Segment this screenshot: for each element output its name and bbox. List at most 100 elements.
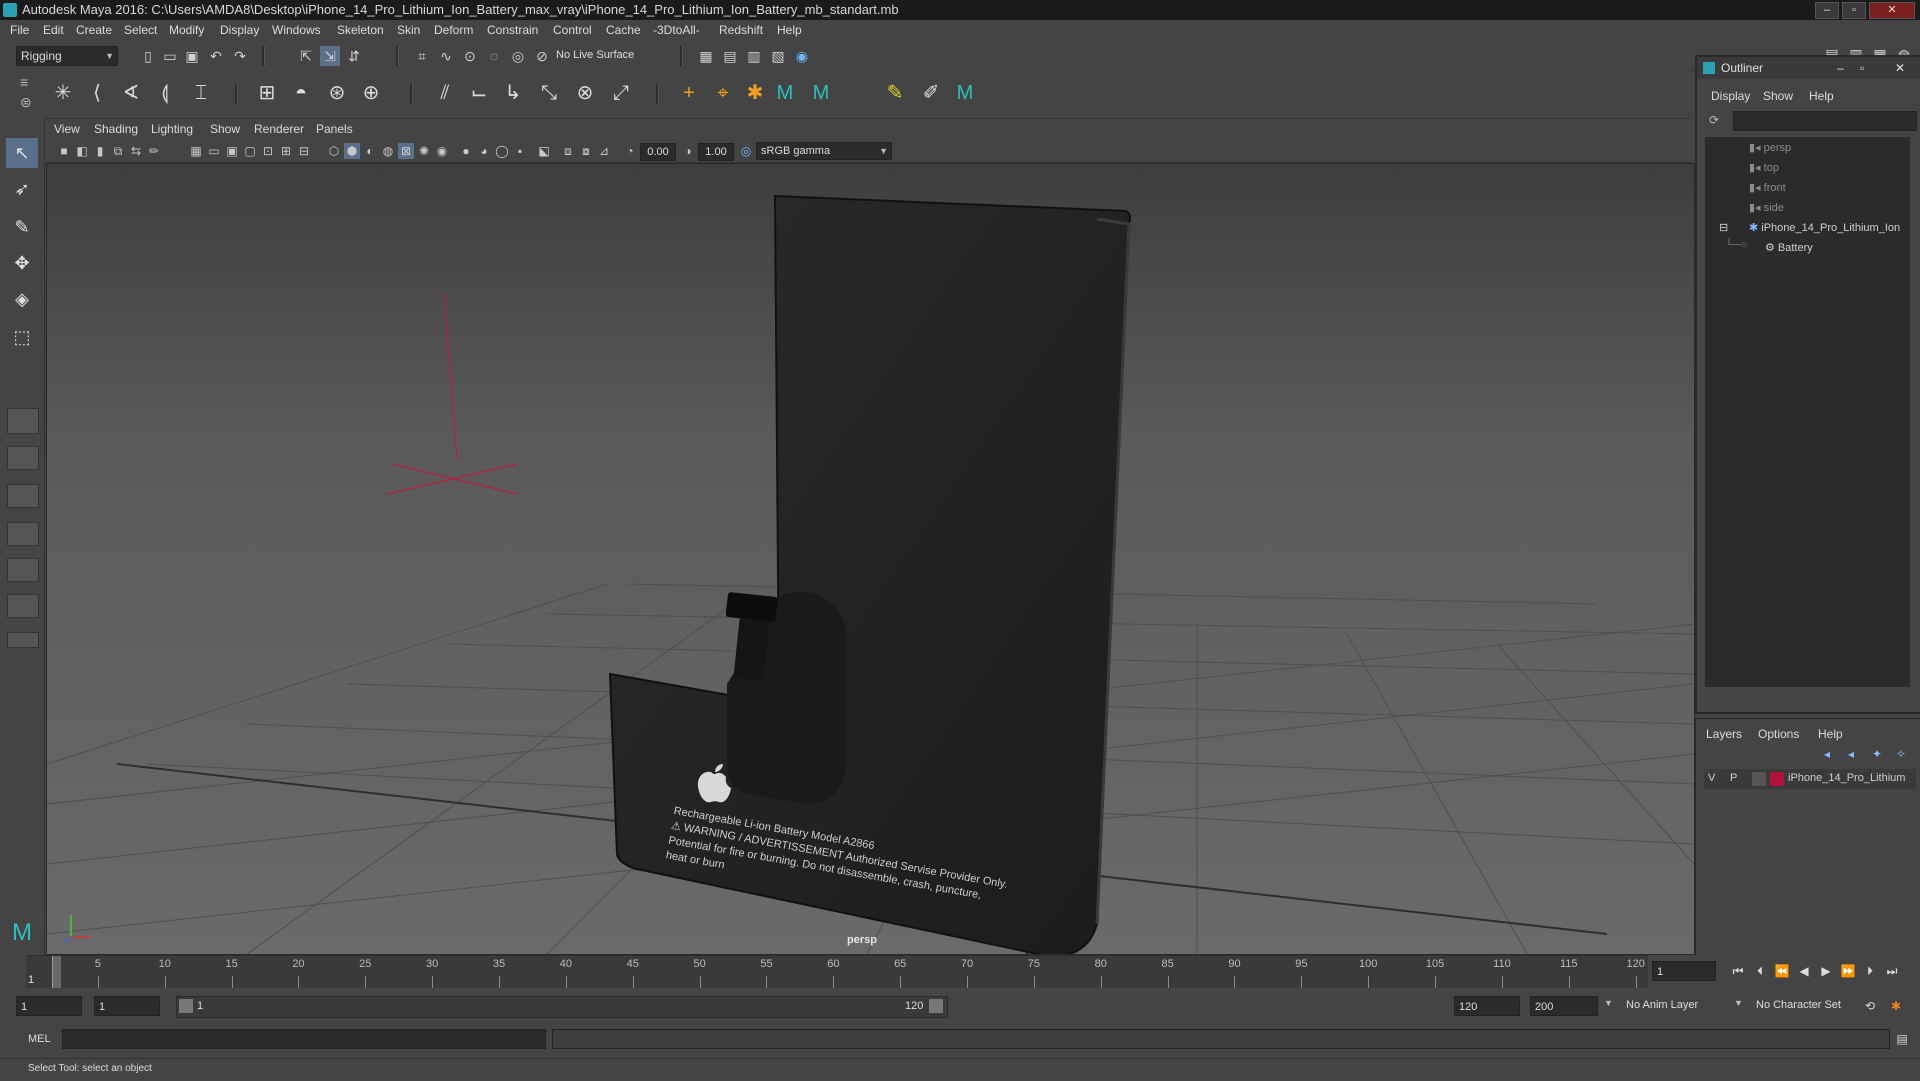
vp-menu-renderer[interactable]: Renderer	[254, 122, 304, 136]
select-tool-icon[interactable]: ↖	[6, 138, 38, 168]
resolution-gate-icon[interactable]: ▣	[224, 143, 240, 159]
step-back-frame-icon[interactable]: ⏪	[1772, 961, 1792, 981]
close-button[interactable]: ✕	[1895, 57, 1905, 79]
range-handle-end[interactable]	[929, 999, 943, 1013]
gamma-field[interactable]: 1.00	[698, 143, 734, 161]
smooth-shade-icon[interactable]: ⬢	[344, 143, 360, 159]
two-view-icon[interactable]	[7, 484, 39, 508]
camera-attr-icon[interactable]: ◧	[74, 143, 90, 159]
color-management-icon[interactable]: ◎	[738, 143, 754, 159]
select-hierarchy-icon[interactable]: ⇱	[296, 46, 316, 66]
snap-view-icon[interactable]: ◌	[484, 46, 504, 66]
menu-control[interactable]: Control	[553, 23, 592, 37]
locator-joint-icon[interactable]: ⌖	[708, 78, 738, 108]
layers-menu-layers[interactable]: Layers	[1706, 727, 1742, 741]
range-slider[interactable]: 1 120	[176, 996, 948, 1018]
layer-color-swatch[interactable]	[1770, 772, 1784, 786]
grease-pencil-icon[interactable]: ✏	[146, 143, 162, 159]
snap-curve-icon[interactable]: ∿	[436, 46, 456, 66]
command-language-label[interactable]: MEL	[28, 1033, 51, 1045]
character-set-label[interactable]: No Character Set	[1756, 999, 1841, 1011]
open-scene-icon[interactable]: ▭	[160, 46, 180, 66]
xray-joints-icon[interactable]: ⧇	[578, 143, 594, 159]
outliner-item-front[interactable]: ▮◂ front	[1749, 181, 1786, 194]
save-scene-icon[interactable]: ▣	[182, 46, 202, 66]
wireframe-on-shaded-icon[interactable]: ◍	[380, 143, 396, 159]
outliner-menu-display[interactable]: Display	[1711, 89, 1750, 103]
skeleton-icon[interactable]: ⌶	[186, 78, 216, 108]
scale-constraint-icon[interactable]: ⤡	[534, 78, 564, 108]
hypershade-icon[interactable]: ▧	[768, 46, 788, 66]
2d-pan-icon[interactable]: ⇆	[128, 143, 144, 159]
xray-icon[interactable]: ⧈	[560, 143, 576, 159]
menu-edit[interactable]: Edit	[43, 23, 64, 37]
new-layer-icon[interactable]: ✦	[1872, 747, 1882, 761]
layer-name[interactable]: iPhone_14_Pro_Lithium	[1788, 772, 1905, 784]
vp-menu-shading[interactable]: Shading	[94, 122, 138, 136]
outliner-menu-help[interactable]: Help	[1809, 89, 1834, 103]
lights-icon[interactable]: ✺	[416, 143, 432, 159]
start-time-field[interactable]: 1	[16, 996, 82, 1016]
menu-display[interactable]: Display	[220, 23, 259, 37]
current-frame-field[interactable]: 1	[1652, 961, 1716, 981]
select-object-icon[interactable]: ⇲	[320, 46, 340, 66]
paint-weights-icon[interactable]: ✎	[880, 78, 910, 108]
close-button[interactable]: ✕	[1869, 2, 1915, 19]
outliner-item-top[interactable]: ▮◂ top	[1749, 161, 1779, 174]
script-editor-icon[interactable]: ▤	[1892, 1029, 1912, 1049]
exposure-field[interactable]: 0.00	[640, 143, 676, 161]
vp-menu-view[interactable]: View	[54, 122, 80, 136]
textured-icon[interactable]: ⊠	[398, 143, 414, 159]
layer-visibility-toggle[interactable]: V	[1708, 772, 1715, 784]
animation-prefs-icon[interactable]: ✱	[1886, 996, 1906, 1016]
time-slider[interactable]: 1 5 10 15 20 25 30 35 40 45 50 55 60 65 70 75 80 85 90 95 1…	[0, 955, 1920, 990]
layer-type-toggle[interactable]	[1752, 772, 1766, 786]
menu-select[interactable]: Select	[124, 23, 157, 37]
menu-skin[interactable]: Skin	[397, 23, 420, 37]
refresh-icon[interactable]: ⟳	[1709, 113, 1719, 127]
outliner-item-battery[interactable]: ⚙ Battery	[1765, 241, 1813, 254]
play-forwards-icon[interactable]: ▶	[1816, 961, 1836, 981]
orient-constraint-icon[interactable]: ⊗	[570, 78, 600, 108]
bookmark-icon[interactable]: ▮	[92, 143, 108, 159]
select-component-icon[interactable]: ⇵	[344, 46, 364, 66]
layers-menu-options[interactable]: Options	[1758, 727, 1799, 741]
menu-redshift[interactable]: Redshift	[719, 23, 763, 37]
ik-spline-icon[interactable]: ∢	[116, 78, 146, 108]
pole-vector-icon[interactable]: ⤢	[606, 78, 636, 108]
outliner-item-root[interactable]: ✱ iPhone_14_Pro_Lithium_Ion	[1749, 221, 1900, 234]
aim-constraint-icon[interactable]: ↳	[498, 78, 528, 108]
bind-skin-icon[interactable]: ⊞	[252, 78, 282, 108]
locator-icon[interactable]: +	[674, 78, 704, 108]
menuset-dropdown[interactable]: Rigging ▼	[16, 46, 118, 66]
move-layer-up-icon[interactable]: ◂	[1824, 747, 1830, 761]
parent-constraint-icon[interactable]: ⌙	[464, 78, 494, 108]
make-live-icon[interactable]: ⊘	[532, 46, 552, 66]
cluster-icon[interactable]: ⊕	[356, 78, 386, 108]
render-frame-icon[interactable]: ▦	[696, 46, 716, 66]
maya-m-icon[interactable]: M	[770, 78, 800, 108]
shadows-icon[interactable]: ◉	[434, 143, 450, 159]
anti-alias-icon[interactable]: ◯	[494, 143, 510, 159]
safe-title-icon[interactable]: ⊟	[296, 143, 312, 159]
menu-3dtoall[interactable]: -3DtoAll-	[653, 23, 700, 37]
menu-help[interactable]: Help	[777, 23, 802, 37]
step-forward-frame-icon[interactable]: ⏩	[1838, 961, 1858, 981]
go-to-end-icon[interactable]: ⏭	[1882, 961, 1902, 981]
playback-end-field[interactable]: 120	[1454, 996, 1520, 1016]
xray-components-icon[interactable]: ⊿	[596, 143, 612, 159]
color-space-dropdown[interactable]: sRGB gamma ▼	[756, 142, 892, 160]
outliner-persp-icon[interactable]	[7, 522, 39, 546]
render-view-icon[interactable]: ◉	[792, 46, 812, 66]
minimize-button[interactable]: –	[1815, 2, 1839, 19]
camera-select-icon[interactable]: ■	[56, 143, 72, 159]
motion-blur-icon[interactable]: ◕	[476, 143, 492, 159]
collapse-toggle-icon[interactable]: ⊟	[1719, 221, 1728, 234]
hik-icon[interactable]: ✱	[740, 78, 770, 108]
isolate-select-icon[interactable]: ⬕	[536, 143, 552, 159]
menu-constrain[interactable]: Constrain	[487, 23, 538, 37]
hypershade-layout-icon[interactable]	[7, 594, 39, 618]
new-layer-selected-icon[interactable]: ✧	[1896, 747, 1906, 761]
chevron-down-icon[interactable]: ▼	[1604, 998, 1613, 1008]
paint-select-icon[interactable]: ✎	[6, 212, 38, 242]
